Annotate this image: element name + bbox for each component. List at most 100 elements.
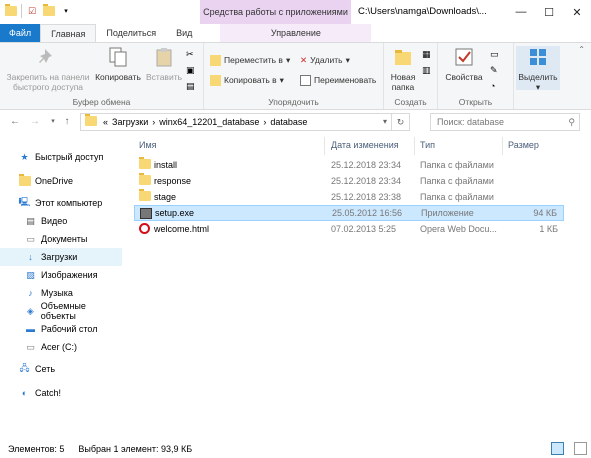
breadcrumb-separator[interactable]: ›	[263, 117, 266, 127]
nav-item-downloads[interactable]: ↓ Загрузки	[0, 248, 122, 266]
address-bar[interactable]: « Загрузки › winx64_12201_database › dat…	[80, 113, 410, 131]
quick-access-toolbar: ☑ ▾	[4, 4, 73, 18]
column-header-date[interactable]: Дата изменения	[331, 135, 399, 155]
copy-to-icon	[210, 74, 221, 86]
copy-button[interactable]: Копировать	[92, 46, 144, 82]
music-icon: ♪	[28, 288, 33, 298]
rename-icon	[300, 74, 311, 86]
select-button[interactable]: Выделить ▾	[516, 46, 560, 92]
close-button[interactable]: ✕	[563, 0, 591, 24]
nav-item-catch[interactable]: ◐ Catch!	[0, 384, 122, 402]
nav-item-music[interactable]: ♪ Музыка	[0, 284, 122, 302]
new-group: Новая папка ▦ ▥ Создать	[384, 43, 438, 109]
maximize-button[interactable]: ☐	[535, 0, 563, 24]
customize-qat-chevron-icon[interactable]: ▾	[59, 4, 73, 18]
pictures-icon: ▨	[26, 269, 35, 280]
ribbon-tabs: Файл Главная Поделиться Вид Управление	[0, 24, 591, 42]
minimize-button[interactable]: —	[507, 0, 535, 24]
organize-group-label: Упорядочить	[268, 97, 319, 107]
properties-icon	[455, 48, 473, 66]
breadcrumb-database[interactable]: database	[270, 117, 307, 127]
folder-icon[interactable]	[4, 4, 18, 18]
column-separator[interactable]	[414, 137, 415, 155]
recent-locations-chevron-icon[interactable]: ▾	[46, 115, 60, 129]
organize-group: Переместить в ▾ Копировать в ▾ ✕ Удалить ▾ …	[204, 43, 384, 109]
folder-icon	[85, 114, 97, 128]
properties-check-icon[interactable]: ☑	[25, 4, 39, 18]
item-count: Элементов: 5	[8, 444, 65, 454]
easy-access-icon[interactable]: ▥	[422, 65, 431, 76]
nav-item-video[interactable]: ▤ Видео	[0, 212, 122, 230]
breadcrumb-winx64[interactable]: winx64_12201_database	[159, 117, 259, 127]
nav-item-documents[interactable]: ▭ Документы	[0, 230, 122, 248]
file-row-response[interactable]: response 25.12.2018 23:34 Папка с файлам…	[134, 173, 564, 189]
tab-view[interactable]: Вид	[166, 24, 202, 42]
properties-button[interactable]: Свойства	[442, 46, 486, 82]
column-separator[interactable]	[324, 137, 325, 155]
delete-button[interactable]: ✕ Удалить ▾	[300, 53, 350, 67]
address-dropdown-icon[interactable]: ▾	[383, 114, 387, 130]
folder-icon	[18, 174, 31, 188]
new-item-icon[interactable]: ▦	[422, 49, 431, 60]
breadcrumb-overflow[interactable]: «	[103, 117, 108, 127]
selection-info: Выбран 1 элемент: 93,9 КБ	[78, 444, 193, 454]
forward-button[interactable]: →	[28, 115, 42, 129]
nav-item-drive-c[interactable]: ▭ Acer (C:)	[0, 338, 122, 356]
open-icon[interactable]: ▭	[490, 49, 499, 60]
window-title-path: C:\Users\namga\Downloads\...	[358, 6, 487, 17]
move-to-icon	[210, 54, 221, 66]
refresh-button[interactable]: ↻	[391, 114, 409, 130]
clipboard-group: Закрепить на панели быстрого доступа Коп…	[0, 43, 204, 109]
context-tab-title: Средства работы с приложениями	[200, 0, 351, 24]
tab-share[interactable]: Поделиться	[96, 24, 166, 42]
chevron-down-icon: ▾	[535, 82, 541, 92]
download-icon: ↓	[28, 252, 33, 262]
new-folder-button[interactable]: Новая папка	[388, 46, 418, 92]
file-row-welcome-html[interactable]: welcome.html 07.02.2013 5:25 Opera Web D…	[134, 221, 564, 237]
paste-icon	[156, 48, 172, 67]
tab-home[interactable]: Главная	[40, 24, 97, 42]
nav-item-this-pc[interactable]: 🖳 Этот компьютер	[0, 194, 122, 212]
details-view-icon[interactable]	[551, 442, 564, 455]
file-row-install[interactable]: install 25.12.2018 23:34 Папка с файлами	[134, 157, 564, 173]
clipboard-group-label: Буфер обмена	[72, 97, 131, 107]
nav-item-network[interactable]: 🖧 Сеть	[0, 360, 122, 378]
ribbon: Закрепить на панели быстрого доступа Коп…	[0, 42, 591, 110]
nav-item-quick-access[interactable]: ★ Быстрый доступ	[0, 148, 122, 166]
tab-file[interactable]: Файл	[0, 24, 41, 42]
breadcrumb-separator[interactable]: ›	[152, 117, 155, 127]
file-row-setup-exe[interactable]: setup.exe 25.05.2012 16:56 Приложение 94…	[134, 205, 564, 221]
nav-item-pictures[interactable]: ▨ Изображения	[0, 266, 122, 284]
move-to-button[interactable]: Переместить в ▾	[210, 53, 290, 67]
breadcrumb-downloads[interactable]: Загрузки	[112, 117, 148, 127]
paste-shortcut-icon[interactable]: ▤	[186, 81, 195, 92]
collapse-ribbon-icon[interactable]: ⌃	[578, 45, 585, 54]
history-icon[interactable]: ◔	[490, 81, 495, 91]
nav-item-3d-objects[interactable]: ◈ Объемные объекты	[0, 301, 122, 321]
tab-manage[interactable]: Управление	[220, 24, 372, 42]
nav-item-onedrive[interactable]: OneDrive	[0, 172, 122, 190]
column-header-name[interactable]: Имя	[139, 135, 157, 155]
column-header-type[interactable]: Тип	[420, 135, 435, 155]
3d-objects-icon: ◈	[26, 305, 34, 316]
search-input[interactable]: Поиск: database ⚲	[430, 113, 580, 131]
up-button[interactable]: ↑	[60, 115, 74, 129]
delete-icon: ✕	[300, 54, 308, 65]
file-row-stage[interactable]: stage 25.12.2018 23:38 Папка с файлами	[134, 189, 564, 205]
cut-icon[interactable]: ✂	[186, 49, 194, 60]
search-icon: ⚲	[568, 117, 575, 127]
rename-button[interactable]: Переименовать	[300, 73, 376, 87]
new-folder-icon[interactable]	[42, 4, 56, 18]
back-button[interactable]: ←	[8, 115, 22, 129]
copy-path-icon[interactable]: ▣	[186, 65, 195, 76]
title-bar: ☑ ▾ Средства работы с приложениями C:\Us…	[0, 0, 591, 24]
column-separator[interactable]	[502, 137, 503, 155]
column-header-size[interactable]: Размер	[508, 135, 539, 155]
large-icons-view-icon[interactable]	[574, 442, 587, 455]
chevron-down-icon: ▾	[279, 74, 284, 85]
pin-quick-access-button[interactable]: Закрепить на панели быстрого доступа	[4, 46, 92, 92]
nav-item-desktop[interactable]: ▬ Рабочий стол	[0, 320, 122, 338]
edit-icon[interactable]: ✎	[490, 65, 498, 76]
copy-to-button[interactable]: Копировать в ▾	[210, 73, 284, 87]
paste-button[interactable]: Вставить	[144, 46, 184, 82]
